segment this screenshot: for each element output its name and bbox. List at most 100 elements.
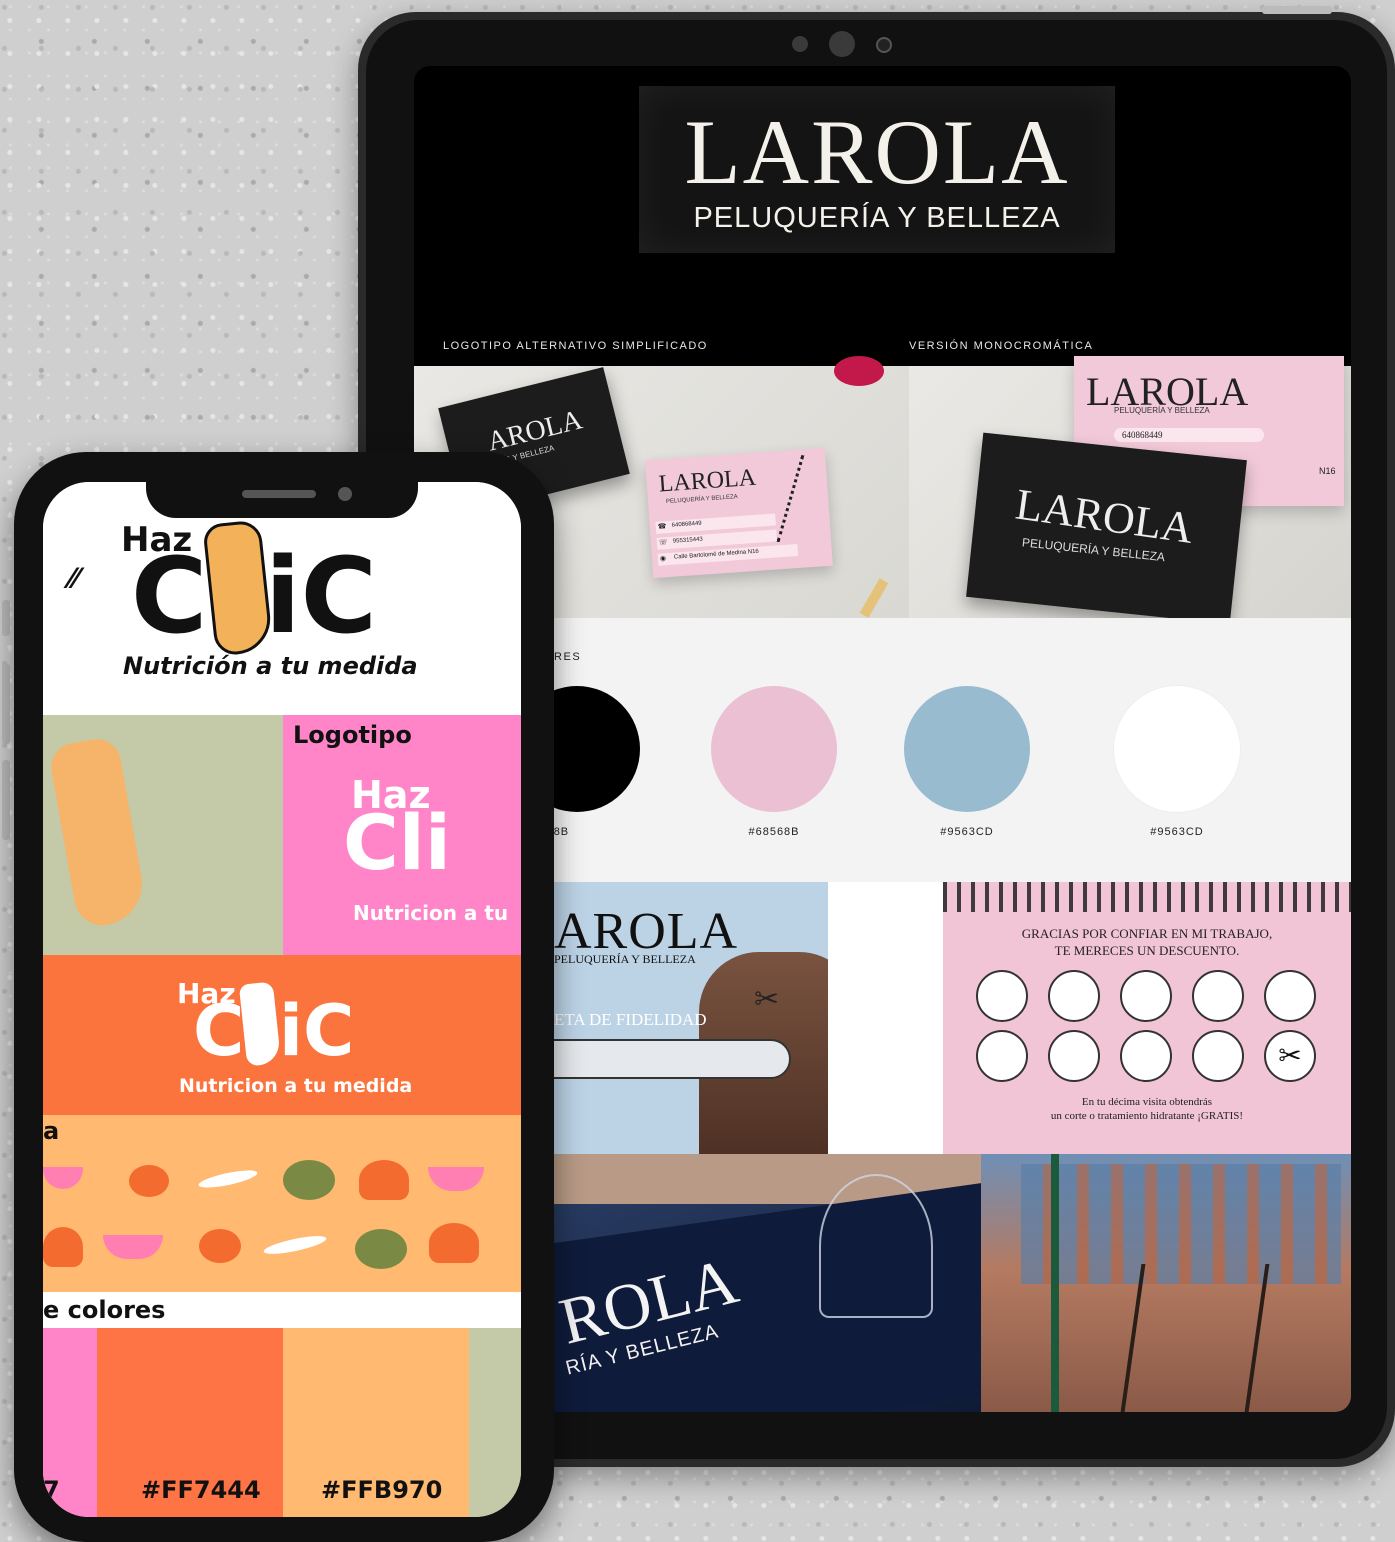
banana-icon — [202, 519, 274, 657]
pink-logo-tagline: Nutricion a tu — [353, 901, 509, 925]
loyalty-heading-2: TE MERECES UN DESCUENTO. — [1054, 943, 1240, 958]
tablet-power-button — [1262, 6, 1332, 14]
orange-logo-tile: Haz C iC Nutricion a tu medida — [43, 955, 521, 1115]
mono-pink-tagline: PELUQUERÍA Y BELLEZA — [1114, 406, 1210, 415]
wheat-icon — [262, 1232, 328, 1258]
phone-swatch-orange: #FF7444 — [97, 1328, 283, 1517]
phone-screen: Haz C iC ⁄⁄ Nutrición a tu medida Logoti… — [43, 482, 521, 1517]
phone-volume-down — [2, 760, 10, 840]
logo-title: LAROLA — [684, 101, 1070, 203]
tablet-screen: LAROLA PELUQUERÍA Y BELLEZA LOGOTIPO ALT… — [414, 66, 1351, 1412]
watermelon-icon — [103, 1235, 163, 1259]
swatch-pink — [711, 686, 837, 812]
phone-speaker — [242, 490, 316, 498]
colors-header: e colores — [43, 1292, 521, 1328]
combs-decoration — [943, 882, 1351, 912]
phone-swatch-pink: 7 — [43, 1328, 97, 1517]
logo-letter-c: C — [131, 535, 208, 657]
label-alt-logo: LOGOTIPO ALTERNATIVO SIMPLIFICADO — [443, 340, 708, 352]
loyalty-stamp-card: GRACIAS POR CONFIAR EN MI TRABAJO, TE ME… — [943, 882, 1351, 1154]
stamp-circle — [976, 970, 1028, 1022]
stamp-circle — [1048, 970, 1100, 1022]
banana-white-icon — [238, 981, 282, 1067]
stamp-circle — [1120, 970, 1172, 1022]
phone-swatch-hex-1: 7 — [43, 1476, 60, 1504]
tablet-camera-icon — [829, 31, 855, 57]
swatch-hex-2: #68568B — [748, 826, 800, 838]
phone-swatch-peach: #FFB970 — [283, 1328, 469, 1517]
watermelon-icon — [428, 1167, 484, 1191]
swatch-white — [1114, 686, 1240, 812]
wheat-icon — [197, 1166, 259, 1192]
pink-card-brand: LAROLA — [657, 464, 757, 498]
tablet-light-sensor-icon — [876, 37, 892, 53]
comb-icon — [776, 454, 832, 550]
logotipo-label: Logotipo — [293, 721, 412, 749]
carrot-icon — [429, 1223, 479, 1263]
carrot-icon — [359, 1160, 409, 1200]
street-pole — [1051, 1154, 1059, 1412]
loyalty-footer-2: un corte o tratamiento hidratante ¡GRATI… — [1050, 1110, 1244, 1122]
banana-illustration-icon — [47, 735, 149, 930]
phone-swatch-sage — [469, 1328, 521, 1517]
colors-label: e colores — [43, 1296, 166, 1324]
logo-tagline: Nutrición a tu medida — [123, 652, 418, 680]
logo-letters-ic: iC — [265, 535, 377, 657]
fidelity-name-field — [549, 1039, 791, 1079]
scissors-icon: ✂ — [754, 983, 780, 1016]
stamp-circle — [1192, 970, 1244, 1022]
banana-tile — [43, 715, 283, 955]
stamp-circle — [1192, 1030, 1244, 1082]
carrot-icon — [43, 1227, 83, 1267]
phone-camera-icon — [338, 487, 352, 501]
pen-decoration — [859, 578, 889, 618]
tree-branches — [1120, 1264, 1270, 1412]
pumpkin-icon — [199, 1229, 241, 1263]
pumpkin-icon — [129, 1165, 169, 1197]
stamp-circle — [976, 1030, 1028, 1082]
swatch-hex-3: #9563CD — [940, 826, 994, 838]
pattern-label: a — [43, 1117, 60, 1145]
fidelity-gap — [828, 882, 943, 1154]
street-building-photo — [981, 1154, 1351, 1412]
storefront-sign-photo: ROLA RÍA Y BELLEZA — [549, 1154, 981, 1412]
phone-volume-up — [2, 664, 10, 744]
stamp-circle — [1048, 1030, 1100, 1082]
monochrome-mockup: LAROLA PELUQUERÍA Y BELLEZA 640868449 N1… — [909, 356, 1351, 625]
mono-dark-card: LAROLA PELUQUERÍA Y BELLEZA — [966, 432, 1247, 625]
sparkle-lines-icon: ⁄⁄ — [69, 562, 80, 595]
orange-logo-tagline: Nutricion a tu medida — [179, 1075, 413, 1097]
fidelity-label: ETA DE FIDELIDAD — [554, 1010, 707, 1029]
orange-logo-ic: iC — [279, 990, 355, 1072]
phone-swatch-hex-3: #FFB970 — [321, 1476, 443, 1504]
woman-illustration — [819, 1174, 933, 1318]
telephone-icon: ☏ — [658, 539, 668, 547]
larola-logo: LAROLA PELUQUERÍA Y BELLEZA — [639, 86, 1115, 253]
fidelity-tagline: PELUQUERÍA Y BELLEZA — [554, 952, 696, 966]
swatch-blue — [904, 686, 1030, 812]
stamp-circle — [1264, 970, 1316, 1022]
fidelity-card-front: AROLA PELUQUERÍA Y BELLEZA ETA DE FIDELI… — [549, 882, 828, 1154]
color-palette-section: ORES 401A8B #68568B #9563CD #9563CD — [414, 618, 1351, 882]
orange-logo-c: C — [193, 990, 245, 1072]
mono-pink-partial: N16 — [1319, 466, 1336, 476]
loyalty-heading-1: GRACIAS POR CONFIAR EN MI TRABAJO, — [1021, 926, 1273, 941]
tablet-sensor-icon — [792, 36, 808, 52]
swatch-hex-4: #9563CD — [1150, 826, 1204, 838]
phone-icon: ☎ — [657, 523, 667, 531]
pink-logo-clic: Cli — [343, 798, 451, 887]
pink-business-card: LAROLA PELUQUERÍA Y BELLEZA ☎ 640868449 … — [645, 447, 833, 579]
avocado-icon — [355, 1229, 407, 1269]
label-monochrome: VERSIÓN MONOCROMÁTICA — [909, 340, 1094, 352]
phone-mute-switch — [2, 600, 10, 636]
stamp-circle — [1120, 1030, 1172, 1082]
food-pattern-tile: a — [43, 1115, 521, 1292]
logo-subtitle: PELUQUERÍA Y BELLEZA — [693, 202, 1061, 234]
avocado-icon — [283, 1160, 335, 1200]
logotipo-tile: Logotipo Haz Cli Nutricion a tu — [283, 715, 521, 955]
phone-swatch-hex-2: #FF7444 — [141, 1476, 261, 1504]
location-pin-icon: ◉ — [659, 555, 667, 563]
scissors-stamp-icon: ✂ — [1264, 1030, 1316, 1082]
loyalty-footer-1: En tu décima visita obtendrás — [1081, 1096, 1213, 1108]
flower-decoration — [834, 356, 884, 386]
